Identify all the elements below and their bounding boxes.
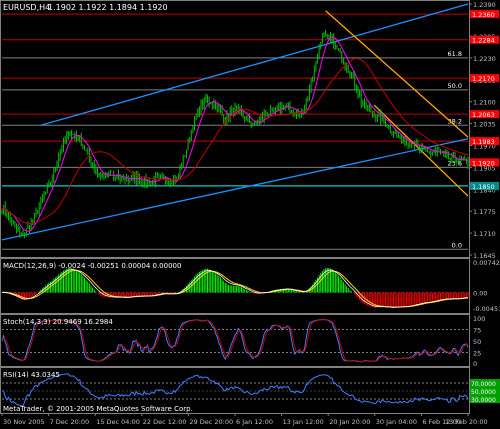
rsi-panel [2, 373, 469, 407]
time-label-7: 20 Jan 20:00 [329, 418, 370, 426]
downtrend-channel-upper [325, 10, 469, 138]
price-tick-label-2: 1.2230 [473, 55, 496, 63]
rsi-tick-1: 50.0000 [471, 389, 496, 396]
rsi-line [2, 373, 469, 407]
time-label-0: 30 Nov 2005 [3, 418, 45, 426]
chart-canvas: 61.850.038.223.60.0 1.23901.22951.22301.… [0, 0, 500, 426]
macd-tick-0: 0.00742 [473, 259, 500, 267]
fib-label-4: 0.0 [452, 241, 462, 249]
copyright-text: MetaTrader, © 2001-2005 MetaQuotes Softw… [3, 405, 193, 413]
fib-label-1: 50.0 [448, 82, 462, 90]
stoch-tick-1: 75 [473, 327, 481, 335]
uptrend-channel-lower [1, 138, 469, 241]
macd-tick-1: 0.00 [473, 289, 487, 297]
price-tag-0: 1.2360 [472, 11, 495, 19]
rsi-title: RSI(14) 43.0345 [3, 371, 60, 379]
price-tick-label-0: 1.2390 [473, 1, 496, 9]
price-tick-label-4: 1.2100 [473, 99, 496, 107]
time-label-2: 15 Dec 04:00 [96, 418, 140, 426]
price-tick-label-5: 1.2035 [473, 121, 496, 129]
time-label-5: 6 Jan 12:00 [236, 418, 273, 426]
price-tag-3: 1.2063 [472, 111, 495, 119]
price-panel: 61.850.038.223.60.0 [1, 3, 469, 250]
uptrend-channel-upper [40, 3, 469, 126]
macd-panel [1, 267, 469, 308]
candle-group [1, 29, 469, 239]
axis-layer: 1.23901.22951.22301.21651.21001.20351.19… [1, 1, 500, 426]
stoch-tick-3: 25 [473, 350, 481, 358]
price-tag-5: 1.1920 [472, 159, 495, 167]
time-label-10: 13 Feb 20:00 [445, 418, 488, 426]
price-tick-label-9: 1.1775 [473, 208, 496, 216]
stoch-tick-2: 50 [473, 338, 481, 346]
chart-title: EURUSD,H4 [3, 3, 50, 12]
fib-label-0: 61.8 [448, 50, 462, 58]
price-tag-6: 1.1850 [472, 183, 495, 191]
time-label-1: 7 Dec 20:00 [50, 418, 90, 426]
time-label-3: 22 Dec 12:00 [143, 418, 187, 426]
macd-histogram [3, 267, 469, 308]
price-tag-1: 1.2284 [472, 37, 495, 45]
time-label-6: 13 Jan 12:00 [283, 418, 324, 426]
time-label-8: 30 Jan 04:00 [376, 418, 417, 426]
price-tag-4: 1.1983 [472, 138, 495, 146]
rsi-tick-2: 30.0000 [471, 397, 496, 404]
ohlc-readout: 1.1902 1.1922 1.1894 1.1920 [48, 3, 168, 12]
macd-tick-2: -0.00451 [473, 305, 500, 313]
price-tick-label-10: 1.1710 [473, 230, 496, 238]
stoch-tick-0: 100 [473, 315, 485, 323]
stoch-title: Stoch(14,3,3) 20.9469 16.2984 [3, 318, 113, 326]
time-label-4: 29 Dec 20:00 [189, 418, 233, 426]
stoch-tick-4: 0 [473, 360, 477, 368]
price-tag-2: 1.2170 [472, 75, 495, 83]
rsi-tick-0: 70.0000 [471, 381, 496, 388]
macd-title: MACD(12,26,9) -0.0024 -0.00251 0.00004 0… [3, 262, 181, 270]
